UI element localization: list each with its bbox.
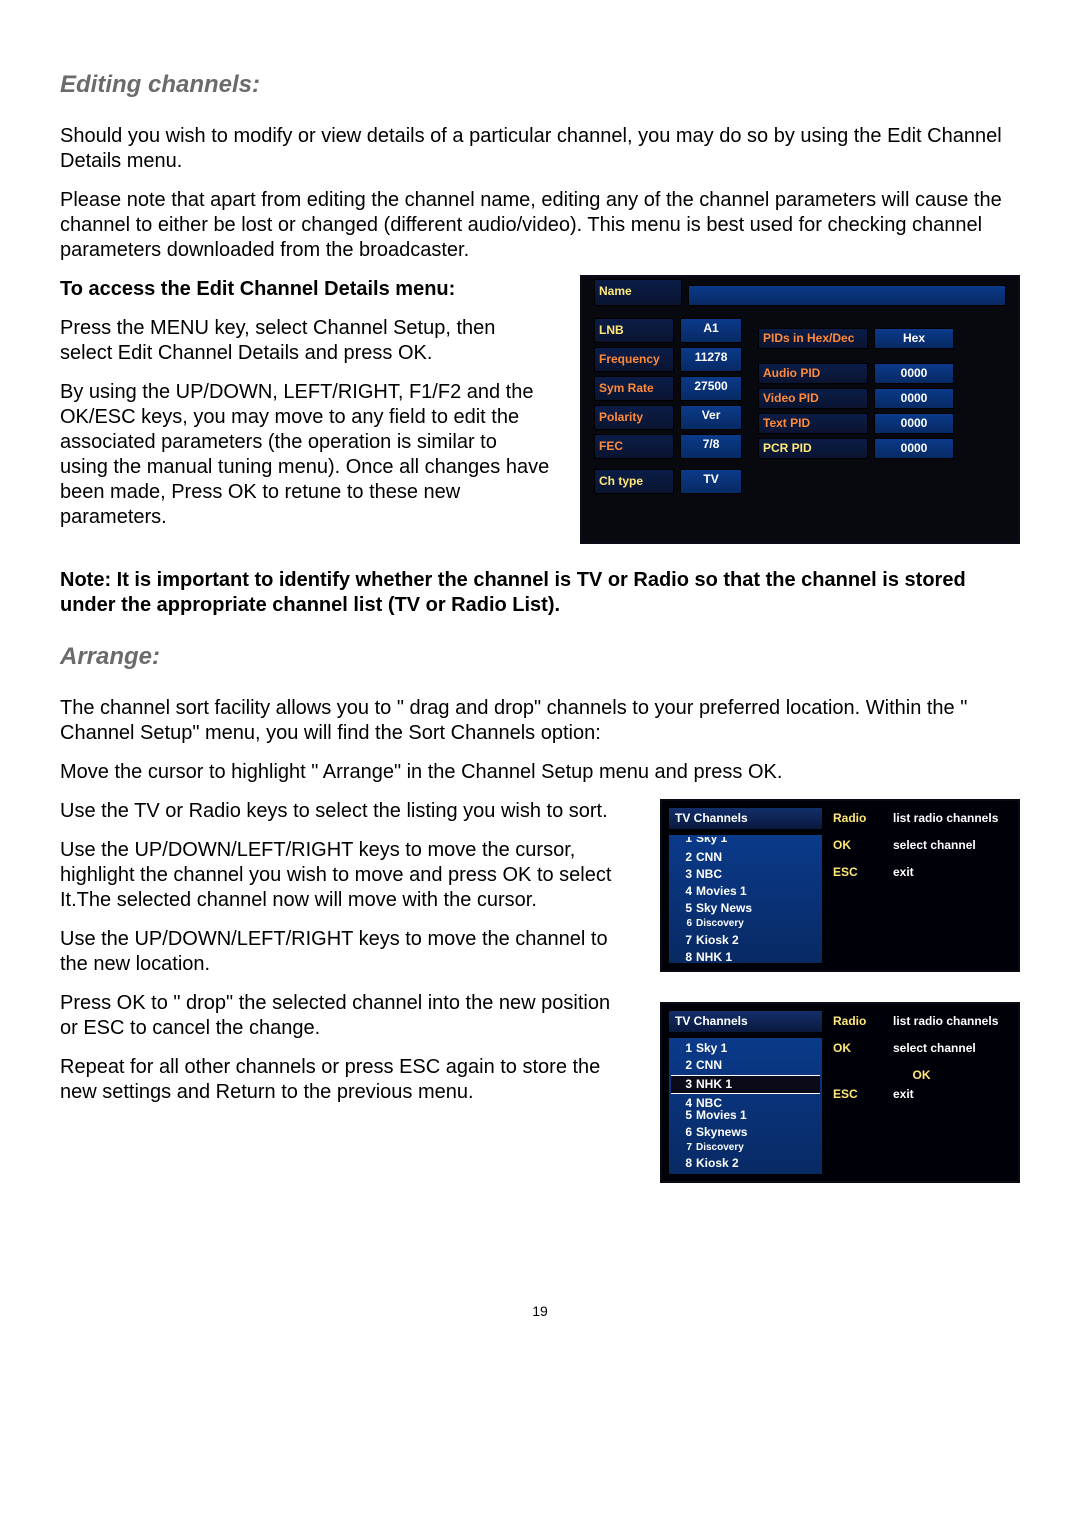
field-value-symrate: 27500 (680, 376, 742, 401)
arrange-screenshot-1: TV Channels 1 Sky 1 2CNN 3NBC 4Movies 1 (660, 799, 1020, 972)
paragraph: Should you wish to modify or view detail… (60, 124, 1020, 174)
help-text: select channel (893, 1041, 1010, 1056)
field-label-audio-pid: Audio PID (758, 363, 868, 384)
channel-name: Movies 1 (696, 884, 747, 899)
paragraph: Please note that apart from editing the … (60, 188, 1020, 263)
channel-name: Kiosk 2 (696, 1156, 739, 1171)
channel-name: CNN (696, 850, 722, 865)
field-value-chtype: TV (680, 469, 742, 494)
channel-name: NBC (696, 1096, 722, 1106)
paragraph: Use the TV or Radio keys to select the l… (60, 799, 630, 824)
field-value-hexdec: Hex (874, 328, 954, 349)
channel-name: NBC (696, 867, 722, 882)
paragraph: Use the UP/DOWN/LEFT/RIGHT keys to move … (60, 927, 630, 977)
section-heading-editing: Editing channels: (60, 70, 1020, 100)
channel-list-selected: 3NHK 1 (671, 1075, 820, 1094)
paragraph: Press OK to " drop" the selected channel… (60, 991, 630, 1041)
arrange-screenshot-2: TV Channels 1Sky 1 2CNN 3NHK 1 4NBC 5Mov… (660, 1002, 1020, 1184)
paragraph: The channel sort facility allows you to … (60, 696, 1020, 746)
channel-name: Kiosk 2 (696, 933, 739, 948)
editing-two-col: To access the Edit Channel Details menu:… (60, 277, 1020, 544)
paragraph: Press the MENU key, select Channel Setup… (60, 316, 550, 366)
field-value-pcr-pid: 0000 (874, 438, 954, 459)
paragraph: Use the UP/DOWN/LEFT/RIGHT keys to move … (60, 838, 630, 913)
channel-name: Sky 1 (696, 1041, 727, 1056)
help-key-esc: ESC (833, 1087, 883, 1102)
help-panel: Radio list radio channels OK select chan… (831, 1010, 1012, 1176)
help-text: list radio channels (893, 1014, 1010, 1029)
help-key-esc: ESC (833, 865, 883, 880)
help-key-radio: Radio (833, 811, 883, 826)
help-text: list radio channels (893, 811, 1010, 826)
edit-channel-details-screenshot: Name LNB A1 Frequency 11278 Sym Rate 275… (580, 275, 1020, 544)
help-ok-center: OK (833, 1068, 1010, 1083)
channel-name: Skynews (696, 1125, 747, 1140)
channel-name: Sky News (696, 901, 752, 916)
field-label-symrate: Sym Rate (594, 376, 674, 401)
help-key-ok: OK (833, 1041, 883, 1056)
channel-list: TV Channels 1 Sky 1 2CNN 3NBC 4Movies 1 (668, 807, 823, 964)
field-label-chtype: Ch type (594, 469, 674, 494)
help-text: exit (893, 1087, 1010, 1102)
arrange-screenshots-col: TV Channels 1 Sky 1 2CNN 3NBC 4Movies 1 (660, 799, 1020, 1183)
channel-name: Sky 1 (696, 837, 727, 846)
field-value-name (688, 285, 1006, 306)
page-number: 19 (60, 1303, 1020, 1321)
help-panel: Radio list radio channels OK select chan… (831, 807, 1012, 964)
channel-name: Movies 1 (696, 1108, 747, 1123)
note-paragraph: Note: It is important to identify whethe… (60, 568, 1020, 618)
arrange-two-col: Use the TV or Radio keys to select the l… (60, 799, 1020, 1183)
field-value-audio-pid: 0000 (874, 363, 954, 384)
paragraph: Repeat for all other channels or press E… (60, 1055, 630, 1105)
field-value-fec: 7/8 (680, 434, 742, 459)
subheading-access: To access the Edit Channel Details menu: (60, 277, 550, 302)
help-key-ok: OK (833, 838, 883, 853)
field-label-fec: FEC (594, 434, 674, 459)
field-label-pcr-pid: PCR PID (758, 438, 868, 459)
help-text: exit (893, 865, 1010, 880)
field-label-polarity: Polarity (594, 405, 674, 430)
help-key-radio: Radio (833, 1014, 883, 1029)
field-label-frequency: Frequency (594, 347, 674, 372)
field-value-frequency: 11278 (680, 347, 742, 372)
document-page: Editing channels: Should you wish to mod… (0, 0, 1080, 1361)
field-label-video-pid: Video PID (758, 388, 868, 409)
channel-list-box: 1Sky 1 2CNN 3NHK 1 4NBC 5Movies 1 6Skyne… (668, 1037, 823, 1176)
help-text: select channel (893, 838, 1010, 853)
field-label-pids-in: PIDs in Hex/Dec (758, 328, 868, 349)
field-label-text-pid: Text PID (758, 413, 868, 434)
channel-name: Discovery (696, 1142, 744, 1155)
channel-name: CNN (696, 1058, 722, 1073)
channel-list-box: 1 Sky 1 2CNN 3NBC 4Movies 1 5Sky News 6D… (668, 834, 823, 964)
channel-name: NHK 1 (696, 950, 732, 960)
field-value-text-pid: 0000 (874, 413, 954, 434)
channel-name: Discovery (696, 918, 744, 931)
field-label-name: Name (594, 279, 682, 306)
paragraph: Move the cursor to highlight " Arrange" … (60, 760, 1020, 785)
editing-text-col: To access the Edit Channel Details menu:… (60, 277, 550, 544)
field-value-polarity: Ver (680, 405, 742, 430)
field-label-lnb: LNB (594, 318, 674, 343)
pid-panel: PIDs in Hex/Dec Hex Audio PID 0000 Video… (748, 318, 1006, 498)
channel-list-title: TV Channels (668, 807, 823, 830)
field-value-video-pid: 0000 (874, 388, 954, 409)
channel-name: NHK 1 (696, 1077, 732, 1092)
field-value-lnb: A1 (680, 318, 742, 343)
section-heading-arrange: Arrange: (60, 642, 1020, 672)
arrange-text-col: Use the TV or Radio keys to select the l… (60, 799, 630, 1183)
channel-list-title: TV Channels (668, 1010, 823, 1033)
paragraph: By using the UP/DOWN, LEFT/RIGHT, F1/F2 … (60, 380, 550, 530)
channel-list: TV Channels 1Sky 1 2CNN 3NHK 1 4NBC 5Mov… (668, 1010, 823, 1176)
